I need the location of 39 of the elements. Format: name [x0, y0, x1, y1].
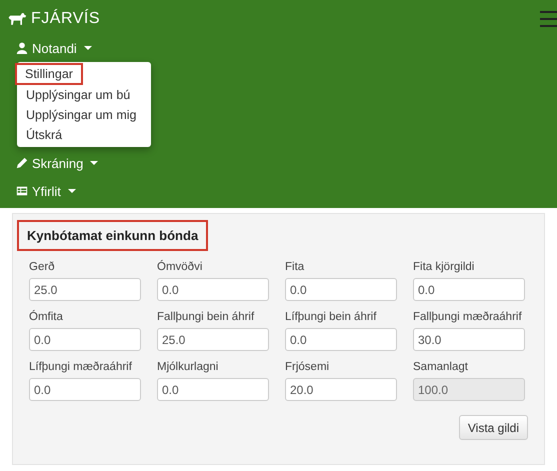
field-label: Fita [285, 261, 306, 273]
field-label: Lífþungi bein áhrif [285, 311, 378, 323]
number-input[interactable]: 25.0 [157, 328, 269, 351]
menu-icon[interactable] [540, 10, 557, 28]
number-input[interactable]: 0.0 [29, 328, 141, 351]
save-button[interactable]: Vista gildi [458, 415, 528, 440]
field-label: Lífþungi mæðraáhrif [29, 361, 133, 373]
number-input[interactable]: 0.0 [157, 278, 269, 301]
brand-logo[interactable]: FJÁRVÍS [7, 0, 100, 28]
field-label: Gerð [29, 261, 56, 273]
number-input[interactable]: 0.0 [157, 378, 269, 401]
field-label: Frjósemi [285, 361, 330, 373]
menu-item[interactable]: Upplýsingar um mig [17, 105, 146, 125]
number-input[interactable]: 25.0 [29, 278, 141, 301]
panel-title: Kynbótamat einkunn bónda [17, 220, 208, 251]
number-input[interactable]: 0.0 [29, 378, 141, 401]
dog-icon [7, 12, 27, 26]
menu-item[interactable]: Útskrá [17, 125, 72, 145]
field-label: Ómvöðvi [157, 261, 204, 273]
brand-name: FJÁRVÍS [31, 10, 100, 28]
menu-item[interactable]: Upplýsingar um bú [17, 85, 140, 105]
number-input[interactable]: 30.0 [413, 328, 525, 351]
nav-menu-toggle[interactable]: Yfirlit [16, 179, 76, 203]
field-label: Fita kjörgildi [413, 261, 476, 273]
table-icon [16, 185, 28, 197]
number-input[interactable]: 0.0 [285, 278, 397, 301]
field-label: Ómfita [29, 311, 64, 323]
nav-menu-toggle[interactable]: Notandi [16, 36, 92, 60]
number-input[interactable]: 20.0 [285, 378, 397, 401]
number-input[interactable]: 0.0 [285, 328, 397, 351]
pencil-icon [16, 157, 28, 169]
field-label: Mjólkurlagni [157, 361, 220, 373]
number-input[interactable]: 0.0 [413, 278, 525, 301]
user-icon [16, 42, 28, 54]
field-label: Samanlagt [413, 361, 469, 373]
field-label: Fallþungi bein áhrif [157, 311, 256, 323]
nav-menu-toggle[interactable]: Skráning [16, 151, 98, 175]
field-label: Fallþungi mæðraáhrif [413, 311, 523, 323]
menu-item[interactable]: Stillingar [15, 63, 83, 85]
